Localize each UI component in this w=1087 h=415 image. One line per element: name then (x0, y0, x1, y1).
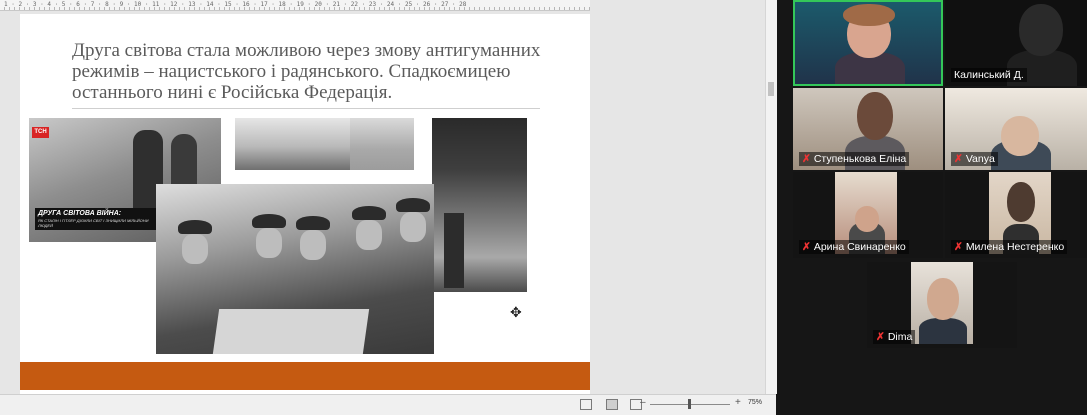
participant-name: ✗ Милена Нестеренко (951, 240, 1068, 254)
participant-tile-vanya[interactable]: ✗ Vanya (945, 88, 1087, 170)
person-hair (843, 4, 895, 26)
scrollbar-thumb[interactable] (768, 82, 774, 96)
person-body (919, 318, 967, 344)
photo-caption-subtitle: ЯК СТАЛІН І ГІТЛЕР ДІЛИЛИ СВІТ І ЗНИЩИЛИ… (38, 218, 149, 228)
snow-field-photo (350, 118, 414, 170)
slide-sorter-icon[interactable] (606, 399, 618, 410)
presentation-window: 1 · 2 · 3 · 4 · 5 · 6 · 7 · 8 · 9 · 10 ·… (0, 0, 777, 415)
photo-caption: ДРУГА СВІТОВА ВІЙНА: ЯК СТАЛІН І ГІТЛЕР … (35, 208, 165, 230)
horizontal-ruler[interactable]: 1 · 2 · 3 · 4 · 5 · 6 · 7 · 8 · 9 · 10 ·… (0, 0, 590, 11)
officer-face (356, 220, 382, 250)
tsn-logo: ТСН (32, 127, 49, 138)
mic-off-icon: ✗ (802, 241, 811, 253)
participant-name-text: Милена Нестеренко (965, 241, 1065, 253)
photo-caption-title: ДРУГА СВІТОВА ВІЙНА: (38, 210, 122, 217)
vertical-scrollbar[interactable] (765, 0, 777, 394)
officer-face (400, 212, 426, 242)
ruler-ticks: 1 · 2 · 3 · 4 · 5 · 6 · 7 · 8 · 9 · 10 ·… (4, 1, 467, 8)
zoom-slider-thumb[interactable] (687, 399, 691, 409)
participant-name-text: Арина Свинаренко (813, 241, 906, 253)
participant-name: Калинський Д. (951, 68, 1027, 82)
participant-name-text: Vanya (965, 153, 995, 165)
mic-off-icon: ✗ (954, 153, 963, 165)
participant-name-text: Ступенькова Еліна (813, 153, 907, 165)
officer-cap (178, 220, 212, 234)
normal-view-icon[interactable] (580, 399, 592, 410)
map-sheet (212, 309, 370, 354)
participant-name: ✗ Vanya (951, 152, 998, 166)
slide: Друга світова стала можливою через змову… (20, 14, 590, 394)
slide-title: Друга світова стала можливою через змову… (72, 40, 541, 103)
participant-tile-host[interactable] (793, 0, 943, 86)
officer-face (300, 230, 326, 260)
officer-face (182, 234, 208, 264)
officer-cap (352, 206, 386, 220)
person-head (1001, 116, 1039, 156)
participant-tile-stupenkova[interactable]: ✗ Ступенькова Еліна (793, 88, 943, 170)
participant-name: ✗ Арина Свинаренко (799, 240, 909, 254)
participant-tile-arina[interactable]: ✗ Арина Свинаренко (793, 172, 943, 258)
zoom-out-button[interactable]: – (640, 397, 646, 408)
person-head (927, 278, 959, 320)
generals-with-map-photo (156, 184, 434, 354)
move-cursor-icon: ✥ (510, 304, 522, 320)
participant-tile-kalinsky[interactable]: Калинський Д. (945, 0, 1087, 86)
participant-name: ✗ Ступенькова Еліна (799, 152, 910, 166)
participant-tile-dima[interactable]: ✗ Dima (867, 262, 1017, 348)
mic-off-icon: ✗ (876, 331, 885, 343)
officer-cap (252, 214, 286, 228)
mic-off-icon: ✗ (802, 153, 811, 165)
participant-video (911, 262, 973, 344)
ship-silhouette (444, 213, 464, 288)
title-divider (72, 108, 540, 109)
slide-footer-bar (20, 362, 590, 390)
person-head (855, 206, 879, 232)
participant-tile-milena[interactable]: ✗ Милена Нестеренко (945, 172, 1087, 258)
officer-cap (396, 198, 430, 212)
officer-face (256, 228, 282, 258)
person-head (1019, 4, 1063, 56)
officer-cap (296, 216, 330, 230)
person-head (857, 92, 893, 140)
mic-off-icon: ✗ (954, 241, 963, 253)
person-head (1007, 182, 1035, 222)
zoom-level[interactable]: 75% (748, 399, 762, 406)
burning-ship-photo (432, 118, 527, 292)
participant-name-text: Dima (887, 331, 913, 343)
parade-photo (235, 118, 351, 170)
zoom-in-button[interactable]: + (735, 397, 741, 408)
status-bar: – + 75% (0, 394, 776, 415)
participant-name: ✗ Dima (873, 330, 916, 344)
